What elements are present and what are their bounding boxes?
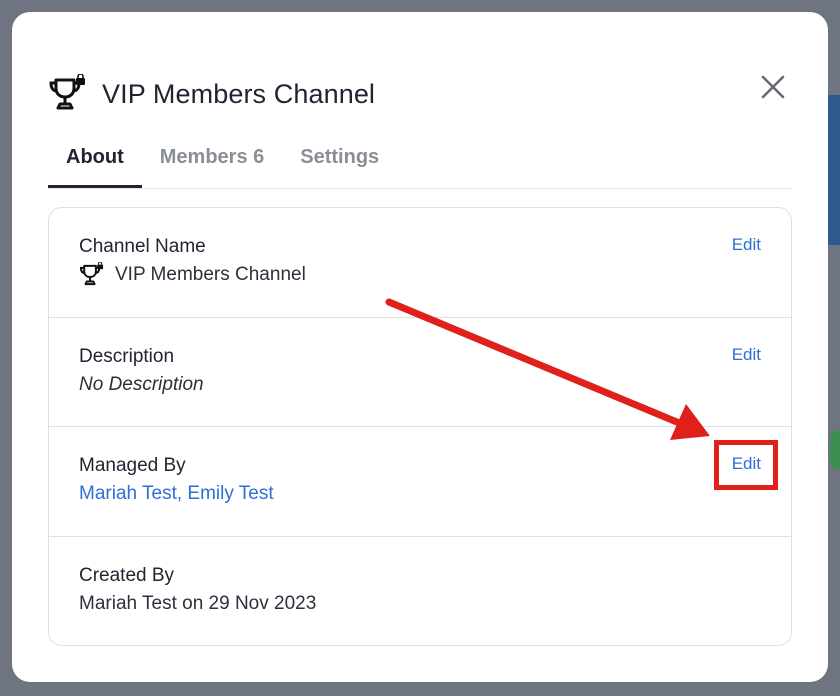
tab-bar: About Members 6 Settings [48, 142, 792, 189]
description-label: Description [79, 345, 175, 367]
channel-name-value: VIP Members Channel [115, 264, 306, 285]
channel-details-modal: VIP Members Channel About Members 6 Sett… [12, 12, 828, 682]
tab-settings[interactable]: Settings [282, 142, 397, 183]
channel-info-card: Channel Name VIP Members Channel Edit De… [48, 207, 792, 646]
modal-header: VIP Members Channel [48, 74, 375, 114]
created-by-value: Mariah Test on 29 Nov 2023 [79, 592, 317, 614]
channel-name-value-row: VIP Members Channel [79, 260, 761, 290]
managed-by-label: Managed By [79, 455, 186, 476]
tab-members[interactable]: Members 6 [142, 142, 283, 183]
edit-description-button[interactable]: Edit [732, 345, 761, 365]
close-icon[interactable] [758, 72, 788, 102]
managed-by-section: Managed By Mariah Test, Emily Test Edit [49, 427, 791, 537]
channel-name-section: Channel Name VIP Members Channel Edit [49, 208, 791, 318]
trophy-lock-icon [79, 262, 104, 286]
background-app-panel [826, 95, 840, 245]
edit-managed-by-button[interactable]: Edit [732, 454, 761, 474]
modal-title: VIP Members Channel [102, 78, 376, 109]
channel-name-label: Channel Name [79, 236, 206, 257]
tab-about[interactable]: About [48, 142, 142, 188]
description-value: No Description [79, 373, 204, 395]
trophy-lock-icon [49, 74, 85, 110]
background-app-badge [830, 430, 840, 470]
description-section: Description No Description Edit [49, 318, 791, 427]
edit-channel-name-button[interactable]: Edit [732, 235, 761, 255]
created-by-label: Created By [79, 564, 175, 586]
managed-by-value[interactable]: Mariah Test, Emily Test [79, 479, 761, 509]
created-by-section: Created By Mariah Test on 29 Nov 2023 [49, 537, 791, 646]
